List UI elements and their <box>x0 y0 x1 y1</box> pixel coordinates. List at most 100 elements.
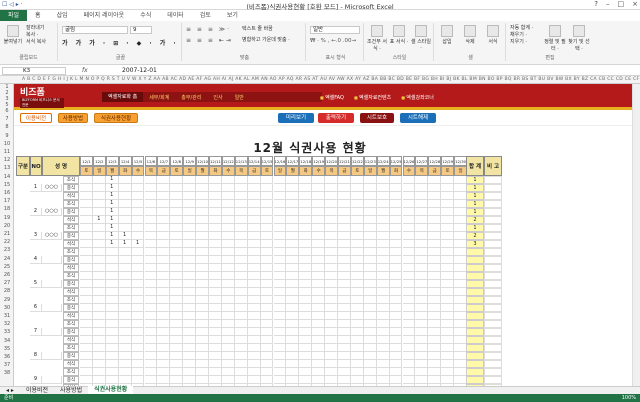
meal-cell[interactable] <box>234 272 248 280</box>
meal-cell[interactable] <box>105 256 119 264</box>
meal-cell[interactable] <box>376 360 390 368</box>
meal-cell[interactable] <box>157 328 171 336</box>
meal-cell[interactable] <box>209 232 222 240</box>
meal-cell[interactable] <box>325 312 338 320</box>
meal-cell[interactable] <box>247 216 261 224</box>
meal-cell[interactable] <box>338 304 351 312</box>
meal-cell[interactable] <box>338 240 351 248</box>
meal-cell[interactable] <box>157 248 171 256</box>
meal-cell[interactable] <box>118 184 132 192</box>
person-name[interactable]: ○○○ <box>42 232 62 240</box>
person-name[interactable] <box>42 352 62 360</box>
row-number[interactable]: 34 <box>0 338 14 344</box>
meal-cell[interactable] <box>183 240 197 248</box>
meal-cell[interactable] <box>273 272 287 280</box>
person-name[interactable]: ○○○ <box>42 184 62 192</box>
meal-cell[interactable] <box>312 328 326 336</box>
meal-cell[interactable] <box>312 320 326 328</box>
meal-cell[interactable] <box>247 360 261 368</box>
meal-cell[interactable] <box>299 256 313 264</box>
meal-cell[interactable] <box>376 256 390 264</box>
meal-cell[interactable] <box>350 224 364 232</box>
row-number[interactable]: 24 <box>0 256 14 262</box>
meal-cell[interactable] <box>170 200 184 208</box>
meal-cell[interactable] <box>221 368 235 376</box>
meal-cell[interactable] <box>80 192 93 200</box>
meal-cell[interactable] <box>209 256 222 264</box>
remark-cell[interactable] <box>484 296 502 304</box>
meal-cell[interactable] <box>325 296 338 304</box>
meal-cell[interactable] <box>325 232 338 240</box>
meal-cell[interactable] <box>273 336 287 344</box>
meal-cell[interactable] <box>428 344 442 352</box>
meal-cell[interactable] <box>441 256 455 264</box>
meal-cell[interactable] <box>428 304 442 312</box>
meal-cell[interactable] <box>247 248 261 256</box>
meal-cell[interactable] <box>363 376 377 384</box>
meal-cell[interactable] <box>209 328 222 336</box>
meal-cell[interactable] <box>325 192 338 200</box>
remark-cell[interactable] <box>484 280 502 288</box>
meal-cell[interactable] <box>260 200 274 208</box>
meal-cell[interactable] <box>350 280 364 288</box>
meal-cell[interactable] <box>234 208 248 216</box>
meal-cell[interactable] <box>376 184 390 192</box>
meal-cell[interactable] <box>338 352 351 360</box>
meal-cell[interactable] <box>312 304 326 312</box>
meal-cell[interactable] <box>131 208 145 216</box>
meal-cell[interactable] <box>350 360 364 368</box>
format-painter-button[interactable]: 서식 복사 <box>26 39 46 46</box>
meal-cell[interactable] <box>350 184 364 192</box>
meal-cell[interactable] <box>105 328 119 336</box>
meal-cell[interactable] <box>273 224 287 232</box>
meal-cell[interactable] <box>312 296 326 304</box>
meal-cell[interactable] <box>170 280 184 288</box>
meal-cell[interactable] <box>299 296 313 304</box>
meal-cell[interactable] <box>299 312 313 320</box>
meal-cell[interactable] <box>234 304 248 312</box>
meal-cell[interactable] <box>389 248 403 256</box>
meal-cell[interactable] <box>428 352 442 360</box>
meal-cell[interactable] <box>273 256 287 264</box>
remark-cell[interactable] <box>484 344 502 352</box>
meal-cell[interactable] <box>389 320 403 328</box>
meal-cell[interactable] <box>131 264 145 272</box>
meal-cell[interactable] <box>350 192 364 200</box>
meal-cell[interactable] <box>286 296 300 304</box>
meal-cell[interactable] <box>415 368 429 376</box>
meal-cell[interactable] <box>389 288 403 296</box>
meal-cell[interactable] <box>389 376 403 384</box>
meal-cell[interactable] <box>273 312 287 320</box>
meal-cell[interactable] <box>247 240 261 248</box>
meal-cell[interactable] <box>260 256 274 264</box>
meal-cell[interactable] <box>389 296 403 304</box>
meal-cell[interactable] <box>92 352 106 360</box>
paste-button[interactable]: 붙여넣기 <box>2 25 24 45</box>
meal-cell[interactable] <box>260 216 274 224</box>
unprotect-sheet-button[interactable]: 시트해제 <box>400 113 436 123</box>
meal-cell[interactable] <box>221 320 235 328</box>
meal-cell[interactable] <box>183 360 197 368</box>
meal-cell[interactable] <box>92 376 106 384</box>
meal-cell[interactable] <box>170 264 184 272</box>
row-number[interactable]: 16 <box>0 190 14 196</box>
row-number[interactable]: 10 <box>0 141 14 147</box>
meal-cell[interactable] <box>209 240 222 248</box>
meal-cell[interactable] <box>247 368 261 376</box>
meal-cell[interactable] <box>170 208 184 216</box>
meal-cell[interactable] <box>260 176 274 184</box>
banner-link[interactable]: 엑셀강좌코너 <box>401 94 434 101</box>
meal-cell[interactable] <box>260 224 274 232</box>
meal-cell[interactable] <box>428 232 442 240</box>
meal-cell[interactable] <box>118 224 132 232</box>
meal-cell[interactable] <box>363 368 377 376</box>
meal-cell[interactable] <box>389 256 403 264</box>
meal-cell[interactable] <box>144 272 158 280</box>
meal-cell[interactable] <box>363 328 377 336</box>
meal-cell[interactable] <box>325 264 338 272</box>
meal-cell[interactable] <box>286 352 300 360</box>
meal-cell[interactable] <box>170 176 184 184</box>
meal-cell[interactable] <box>131 224 145 232</box>
meal-cell[interactable] <box>80 184 93 192</box>
meal-cell[interactable] <box>441 184 455 192</box>
